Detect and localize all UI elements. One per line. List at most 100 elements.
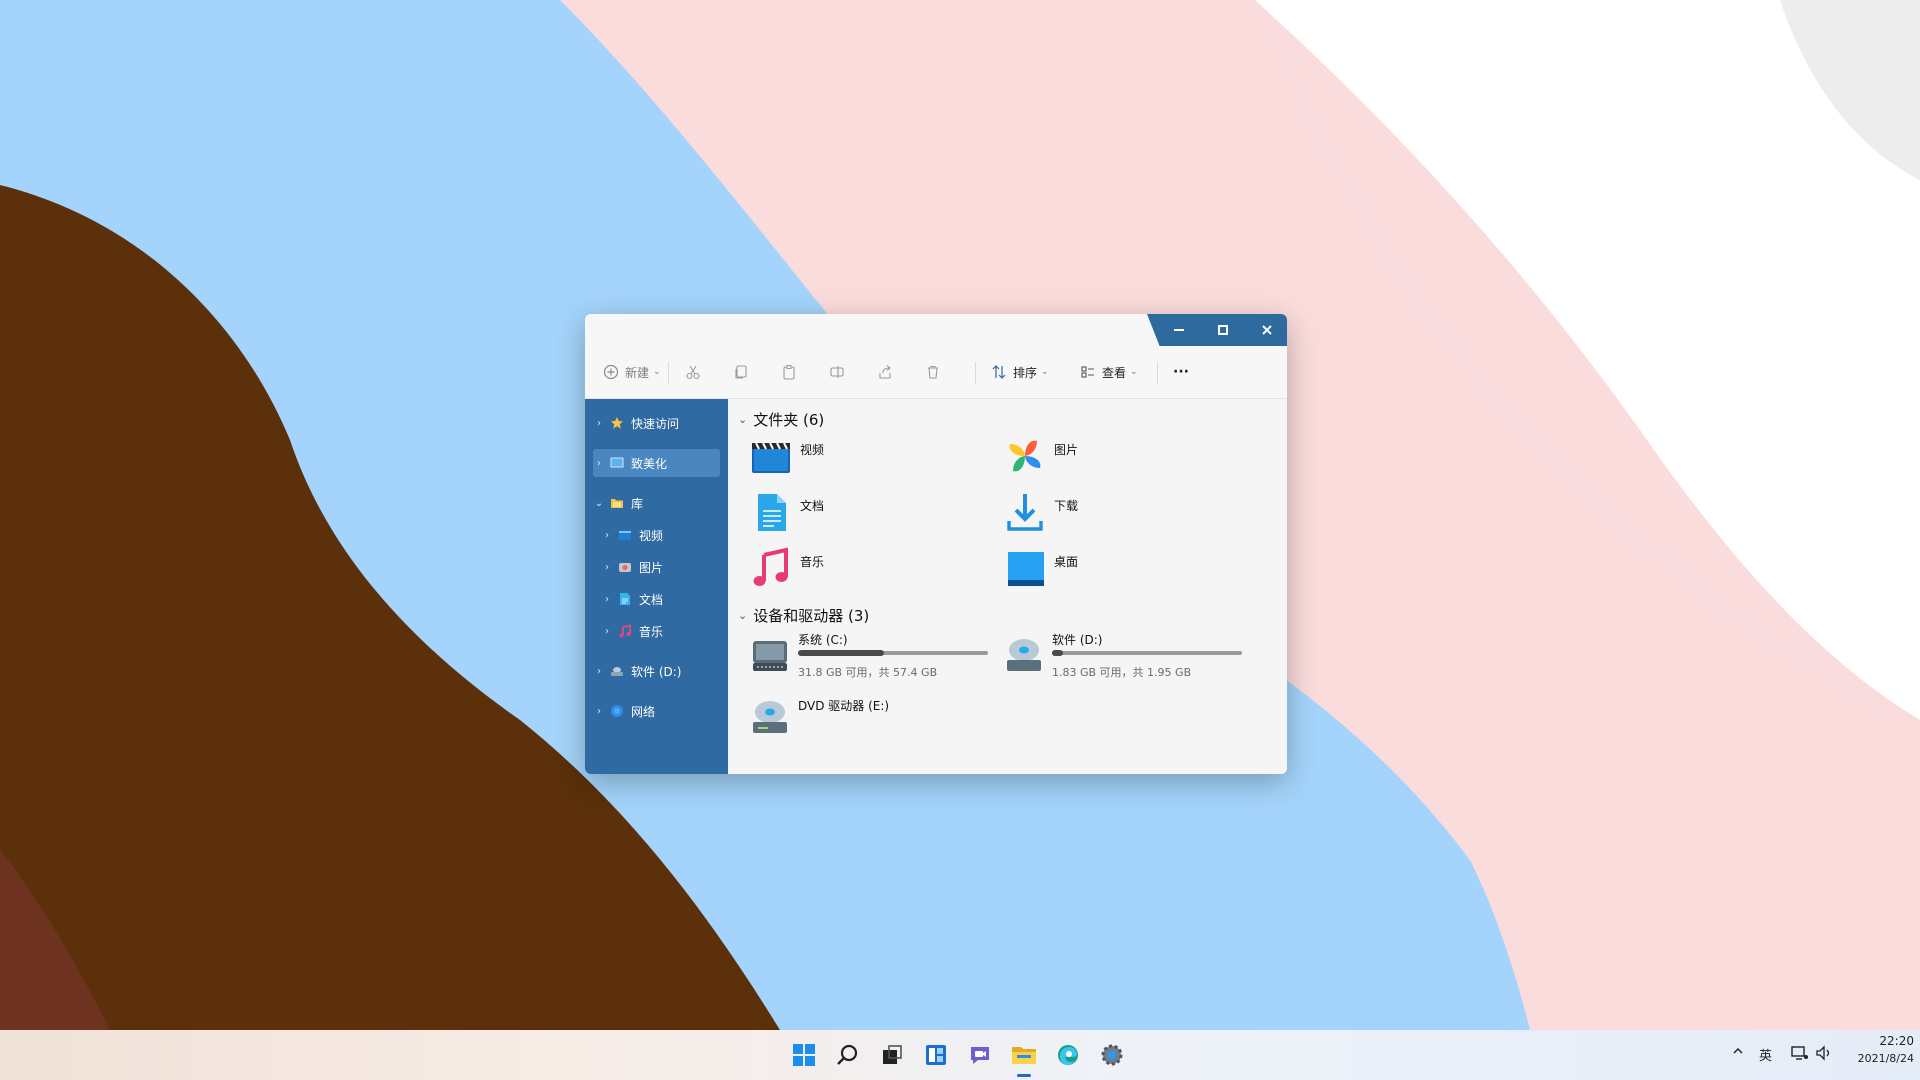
drive-label: 系统 (C:) [798,633,848,647]
start-button[interactable] [788,1039,820,1071]
settings-button[interactable] [1096,1039,1128,1071]
folder-item-downloads[interactable]: 下载 [1004,491,1078,533]
more-options-button[interactable]: ··· [1173,360,1189,384]
star-icon [609,415,625,431]
folder-label: 图片 [1054,443,1079,457]
drive-icon [609,663,625,679]
folder-item-pictures[interactable]: 图片 [1004,435,1078,477]
search-icon [837,1044,858,1065]
minimize-button[interactable] [1157,314,1201,346]
trash-icon [928,365,938,379]
library-folder-icon [609,495,625,511]
drive-item-dvd-e[interactable]: DVD 驱动器 (E:) [750,697,990,745]
drive-usage-bar [1052,650,1242,656]
input-language-indicator[interactable]: 英 [1759,1045,1772,1064]
disk-drive-icon [1007,639,1041,671]
view-label: 查看 [1102,365,1127,380]
chevron-right-icon: › [597,665,601,677]
chevron-down-icon: ⌄ [1130,367,1138,377]
sidebar-item-music[interactable]: › 音乐 [585,617,728,645]
sidebar-item-label: 文档 [639,592,664,607]
chevron-up-icon [1733,1047,1743,1054]
maximize-button[interactable] [1201,314,1245,346]
rename-button[interactable] [829,360,845,384]
sidebar-item-documents[interactable]: › 文档 [585,585,728,613]
chat-button[interactable] [964,1039,996,1071]
scissors-icon [686,365,700,380]
network-tray-button[interactable] [1791,1045,1809,1065]
sidebar-item-quick-access[interactable]: › 快速访问 [585,409,728,437]
drive-item-software-d[interactable]: 软件 (D:) 1.83 GB 可用，共 1.95 GB [1004,631,1244,679]
paste-button[interactable] [781,360,797,384]
drive-usage-bar [798,650,988,656]
active-app-indicator [1017,1074,1031,1077]
new-button[interactable]: 新建 ⌄ [603,360,661,384]
folder-item-documents[interactable]: 文档 [750,491,824,533]
close-button[interactable] [1245,314,1287,346]
close-icon [1262,325,1272,335]
folder-item-desktop[interactable]: 桌面 [1004,547,1078,589]
chevron-down-icon: ⌄ [594,497,604,509]
task-view-button[interactable] [876,1039,908,1071]
music-note-icon [753,547,788,586]
widgets-icon [926,1045,946,1065]
toolbar-divider [975,362,976,384]
video-folder-icon [752,442,790,473]
monitor-network-icon [1791,1046,1808,1060]
chevron-right-icon: › [597,705,601,717]
toolbar-divider [1157,362,1158,384]
settings-icon [1101,1044,1123,1066]
ellipsis-icon: ··· [1173,364,1189,380]
sidebar-item-software-d[interactable]: › 软件 (D:) [585,657,728,685]
folder-label: 桌面 [1054,555,1079,569]
delete-button[interactable] [925,360,941,384]
drive-label: DVD 驱动器 (E:) [798,699,890,713]
folder-item-music[interactable]: 音乐 [750,547,824,589]
sidebar-item-library[interactable]: ⌄ 库 [585,489,728,517]
taskbar-search-button[interactable] [832,1039,864,1071]
show-hidden-icons-button[interactable] [1732,1045,1744,1061]
folder-label: 下载 [1054,499,1079,513]
sidebar-item-label: 音乐 [639,624,664,639]
sidebar-item-network[interactable]: › 网络 [585,697,728,725]
folder-item-videos[interactable]: 视频 [750,435,824,477]
new-label: 新建 [625,365,650,380]
drive-item-system-c[interactable]: 系统 (C:) 31.8 GB 可用，共 57.4 GB [750,631,990,679]
chevron-down-icon: ⌄ [653,367,661,377]
drives-group-header[interactable]: ⌄ 设备和驱动器 (3) [738,605,869,626]
sidebar-item-videos[interactable]: › 视频 [585,521,728,549]
taskbar: 英 22:20 2021/8/24 [0,1030,1920,1080]
sidebar-item-zhimeihua[interactable]: › 致美化 [593,449,720,477]
folders-group-header[interactable]: ⌄ 文件夹 (6) [738,409,824,430]
content-pane: ⌄ 文件夹 (6) 视频 图片 文档 下载 音乐 桌面 ⌄ 设备和驱动器 (3)… [728,399,1287,774]
chevron-right-icon: › [605,625,609,637]
edge-browser-button[interactable] [1052,1039,1084,1071]
drive-usage-fill [1052,650,1064,656]
speaker-icon [1816,1045,1830,1061]
sidebar-item-label: 快速访问 [631,416,680,431]
chat-icon [971,1047,989,1064]
cut-button[interactable] [685,360,701,384]
sidebar-item-pictures[interactable]: › 图片 [585,553,728,581]
sort-button[interactable]: 排序 ⌄ [991,360,1049,384]
network-icon [609,703,625,719]
rename-icon [830,366,844,378]
desktop-icon [1008,552,1044,586]
clock-button[interactable]: 22:20 2021/8/24 [1838,1034,1914,1065]
share-button[interactable] [877,360,893,384]
file-explorer-button[interactable] [1008,1039,1040,1071]
view-button[interactable]: 查看 ⌄ [1080,360,1138,384]
sidebar-item-label: 库 [631,496,644,511]
volume-tray-button[interactable] [1815,1045,1833,1065]
copy-button[interactable] [733,360,749,384]
folders-group-title: 文件夹 (6) [753,411,825,429]
file-explorer-window: 新建 ⌄ 排序 ⌄ 查看 ⌄ ··· › 快速访问 › 致美化 ⌄ 库 › 视频… [585,314,1287,774]
sidebar-item-label: 图片 [639,560,664,575]
minimize-icon [1174,329,1184,331]
widgets-button[interactable] [920,1039,952,1071]
drive-usage-fill [798,650,884,656]
toolbar-divider [668,362,669,384]
system-drive-icon [753,641,787,671]
dvd-drive-icon [753,701,787,733]
command-bar: 新建 ⌄ 排序 ⌄ 查看 ⌄ ··· [585,346,1287,399]
